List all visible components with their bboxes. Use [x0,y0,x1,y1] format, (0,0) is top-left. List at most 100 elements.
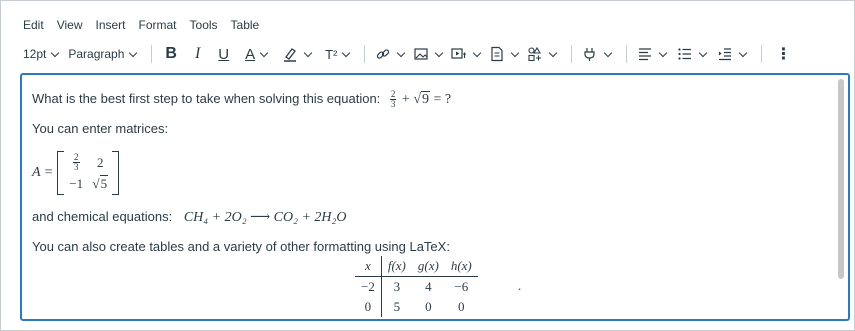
matrix-cell: 2 [97,154,104,170]
block-format-select[interactable]: Paragraph [68,41,142,67]
chevron-down-icon [549,48,558,57]
editor-body: What is the best first step to take when… [32,89,822,267]
menu-table[interactable]: Table [231,15,260,35]
text-color-button[interactable]: A [245,41,273,67]
chevron-down-icon [699,48,708,57]
chemical-equation: CH₄ + 2O₂ ⟶ CO₂ + 2H₂O [183,210,347,225]
table-cell: 5 [393,299,401,314]
table-cell: g(x) [411,256,445,277]
tables-intro: You can also create tables and a variety… [32,239,450,254]
link-button[interactable] [374,41,410,67]
superscript-icon: T² [325,46,338,62]
table-cell: 3 [393,279,401,294]
chevron-down-icon [604,48,613,57]
table-cell: 0 [425,299,432,314]
font-size-select[interactable]: 12pt [23,41,64,67]
toolbar-divider [626,45,628,63]
fraction: 23 [389,89,397,110]
text-color-icon: A [245,45,256,63]
square-root: √9 [413,91,431,107]
apps-icon [526,45,544,63]
highlighter-icon [281,45,299,63]
table-cell: f(x) [381,256,412,277]
toolbar-divider [151,45,153,63]
font-size-value: 12pt [23,47,47,61]
highlight-color-button[interactable] [281,41,317,67]
menu-bar: Edit View Insert Format Tools Table [23,15,272,35]
table-cell: h(x) [444,256,478,277]
menu-insert[interactable]: Insert [95,15,125,35]
matrix-cell: √5 [92,174,109,191]
media-button[interactable] [450,41,486,67]
italic-icon: I [194,45,201,62]
table-cell: 0 [355,297,382,317]
table-row: −2 3 4 −6 [355,276,478,297]
menu-tools[interactable]: Tools [190,15,218,35]
chevron-down-icon [511,48,520,57]
toolbar-divider [364,45,366,63]
table-header-row: x f(x) g(x) h(x) [355,256,478,277]
chevron-down-icon [739,48,748,57]
left-bracket [57,151,65,195]
chevron-down-icon [129,48,138,57]
editor-content-area[interactable]: What is the best first step to take when… [20,73,850,321]
align-left-icon [636,45,654,63]
question-paragraph: What is the best first step to take when… [32,89,452,110]
table-cell: 4 [425,279,432,294]
toolbar-divider [571,45,573,63]
more-options-button[interactable]: ⋮ [775,41,791,67]
superscript-button[interactable]: T² [325,41,355,67]
matrix-equation: A = 23 2 −1 √5 [32,149,822,197]
bold-button[interactable]: B [165,41,177,67]
table-cell: x [355,256,382,277]
image-icon [412,45,430,63]
chevron-down-icon [342,48,351,57]
function-table: x f(x) g(x) h(x) −2 3 4 −6 0 5 0 0 [355,256,478,317]
block-format-value: Paragraph [68,47,125,61]
chevron-down-icon [303,48,313,57]
bullet-list-icon [676,45,694,63]
underline-button[interactable]: U [218,41,229,67]
underline-icon: U [218,45,230,63]
chevron-down-icon [659,48,668,57]
trailing-period: . [518,278,522,293]
matrix-label: A = [32,165,54,180]
matrices-intro: You can enter matrices: [32,121,169,136]
apps-button[interactable] [526,41,562,67]
document-button[interactable] [488,41,524,67]
equation: 23 + √9 = ? [389,89,452,110]
table-row: 0500 [355,297,478,317]
table-cell: −2 [355,276,382,297]
chevron-down-icon [397,48,406,57]
scrollbar[interactable] [838,79,844,279]
plug-icon [581,45,599,63]
rich-text-editor: Edit View Insert Format Tools Table 12pt… [0,0,855,331]
align-button[interactable] [636,41,672,67]
chevron-down-icon [435,48,444,57]
chevron-down-icon [51,48,60,57]
toolbar: 12pt Paragraph B I U A T² ⋮ [23,41,823,67]
toolbar-divider [761,45,763,63]
menu-format[interactable]: Format [139,15,177,35]
chevron-down-icon [473,48,482,57]
matrix-cell: −1 [69,175,84,191]
link-icon [374,45,392,63]
media-icon [450,45,468,63]
more-vertical-icon: ⋮ [775,46,792,63]
list-button[interactable] [676,41,712,67]
plugin-button[interactable] [581,41,617,67]
indent-button[interactable] [716,41,752,67]
chemical-paragraph: and chemical equations: CH₄ + 2O₂ ⟶ CO₂ … [32,209,347,225]
indent-icon [716,45,734,63]
menu-edit[interactable]: Edit [23,15,44,35]
menu-view[interactable]: View [57,15,83,35]
italic-button[interactable]: I [195,41,200,67]
matrix-cell: 23 [73,152,80,172]
table-cell: 0 [458,299,465,314]
chevron-down-icon [259,48,269,57]
image-button[interactable] [412,41,448,67]
table-cell: −6 [454,279,469,294]
bold-icon: B [165,45,177,62]
matrix-grid: 23 2 −1 √5 [64,152,112,194]
right-bracket [112,151,120,195]
